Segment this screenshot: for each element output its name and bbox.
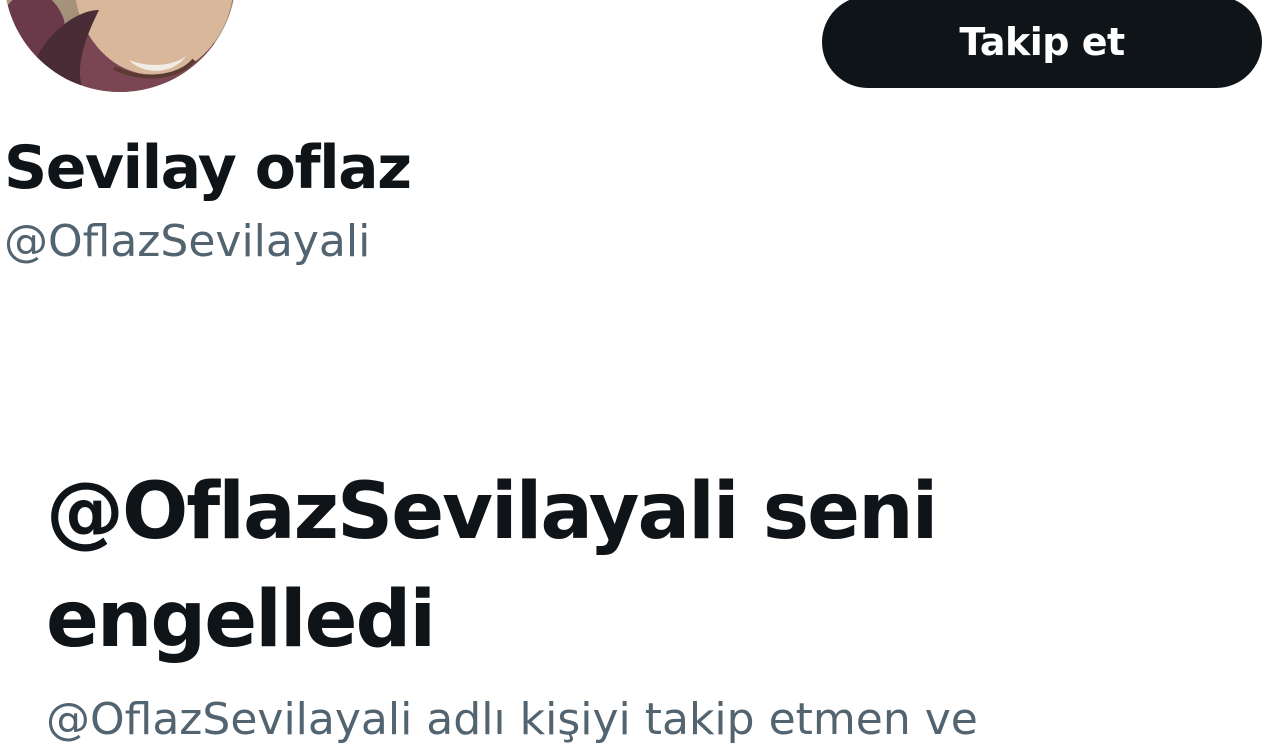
profile-handle: @OflazSevilayali [4, 216, 371, 267]
profile-photo-icon [4, 0, 236, 92]
avatar[interactable] [4, 0, 236, 92]
follow-button[interactable]: Takip et [822, 0, 1262, 88]
display-name: Sevilay oflaz [4, 133, 412, 203]
follow-button-label: Takip et [959, 20, 1125, 64]
blocked-title: @OflazSevilayali seni engelledi [46, 467, 938, 665]
blocked-description: @OflazSevilayali adlı kişiyi takip etmen… [46, 694, 978, 745]
